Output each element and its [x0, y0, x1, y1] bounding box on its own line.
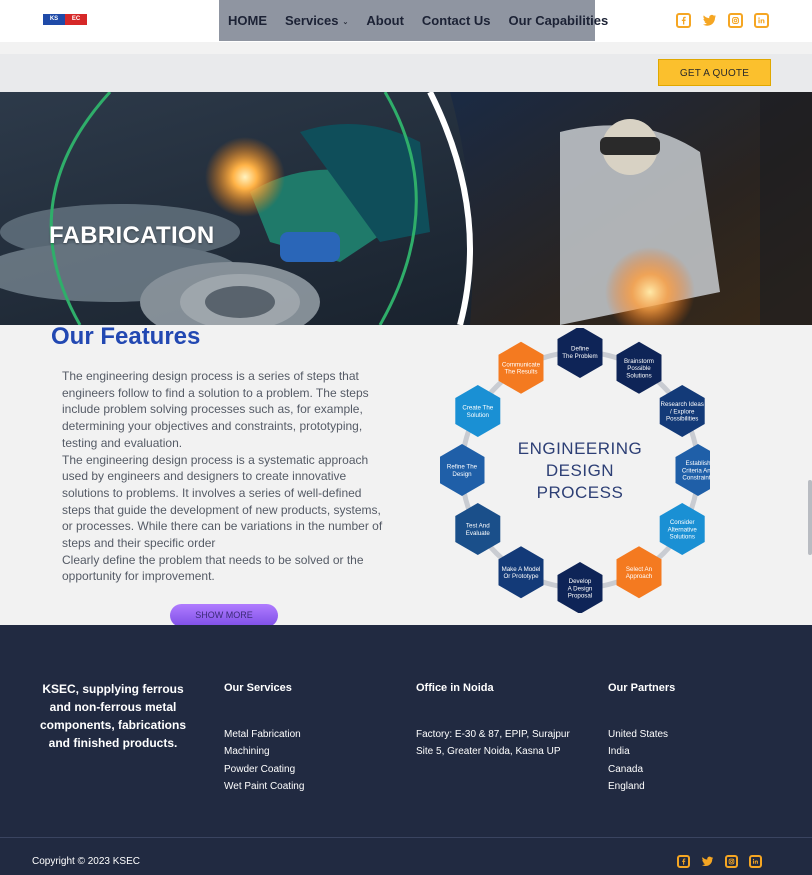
features-description: The engineering design process is a seri…: [62, 368, 387, 585]
process-step-label: Define: [571, 346, 589, 353]
process-step-label: / Explore: [670, 408, 695, 415]
process-step-label: A Design: [568, 585, 593, 592]
process-step-label: The Results: [504, 369, 537, 376]
copyright-text: Copyright © 2023 KSEC: [32, 856, 140, 867]
ksec-logo[interactable]: KS EC: [43, 14, 87, 25]
process-step-label: Research Ideas: [661, 401, 704, 408]
nav-about[interactable]: About: [366, 13, 404, 28]
nav-contact-us[interactable]: Contact Us: [422, 13, 491, 28]
process-step-label: Possibilities: [666, 416, 698, 423]
footer-divider: [0, 837, 812, 838]
logo-left-block: KS: [43, 14, 65, 25]
get-a-quote-button[interactable]: GET A QUOTE: [658, 59, 771, 86]
process-step-label: Possible: [627, 365, 651, 372]
logo-right-block: EC: [65, 14, 87, 25]
diagram-center-title: PROCESS: [537, 483, 624, 502]
features-title: Our Features: [51, 323, 201, 350]
process-step-label: Solution: [467, 412, 490, 419]
process-step-label: Solutions: [626, 372, 651, 379]
process-step-label: Test And: [466, 523, 490, 530]
nav-services[interactable]: Services ⌄: [285, 13, 348, 28]
process-step-label: Develop: [569, 578, 592, 585]
process-step-label: Communicate: [502, 362, 541, 369]
hero-banner: FABRICATION: [0, 92, 812, 325]
diagram-center-title: DESIGN: [546, 461, 614, 480]
process-step-label: Approach: [626, 573, 653, 580]
nav-our-capabilities[interactable]: Our Capabilities: [509, 13, 609, 28]
features-paragraph: Clearly define the problem that needs to…: [62, 552, 364, 584]
process-step-label: Constraints: [682, 475, 710, 482]
footer-services-list: Metal Fabrication Machining Powder Coati…: [224, 726, 304, 795]
footer-tagline: KSEC, supplying ferrous and non-ferrous …: [39, 682, 187, 750]
process-step-label: Make A Model: [502, 566, 541, 573]
engineering-design-process-diagram: ENGINEERING DESIGN PROCESS DefineThe Proble…: [440, 328, 710, 613]
process-step-label: Brainstorm: [624, 358, 654, 365]
twitter-icon[interactable]: [701, 855, 714, 868]
hero-title: FABRICATION: [49, 222, 215, 249]
diagram-center-title: ENGINEERING: [518, 439, 643, 458]
hero-image: [0, 92, 812, 325]
footer-service-link[interactable]: Wet Paint Coating: [224, 778, 304, 795]
features-paragraph: The engineering design process is a seri…: [62, 369, 369, 450]
process-step-label: Or Prototype: [503, 573, 539, 580]
main-nav: HOME Services ⌄ About Contact Us Our Capa…: [219, 0, 608, 41]
process-step-label: Criteria And: [682, 467, 710, 474]
social-links-footer: [677, 855, 762, 868]
footer-office-address: Factory: E-30 & 87, EPIP, Surajpur Site …: [416, 729, 570, 758]
process-step-label: Proposal: [568, 593, 592, 600]
process-step-label: Refine The: [447, 464, 478, 471]
footer-partner-item: Canada: [608, 763, 644, 775]
nav-home[interactable]: HOME: [228, 13, 267, 28]
footer-partner-item: United States: [608, 729, 669, 740]
process-step-label: Solutions: [669, 534, 694, 541]
nav-services-label: Services: [285, 13, 339, 28]
facebook-icon[interactable]: [677, 855, 690, 868]
footer-services-title: Our Services: [224, 682, 292, 694]
process-step-label: Design: [452, 471, 472, 478]
footer-partners-list: United States India Canada England: [608, 726, 668, 795]
process-step-label: Alternative: [668, 526, 698, 533]
instagram-icon[interactable]: [728, 13, 743, 28]
chevron-down-icon: ⌄: [342, 18, 349, 26]
linkedin-icon[interactable]: [749, 855, 762, 868]
twitter-icon[interactable]: [702, 13, 717, 28]
linkedin-icon[interactable]: [754, 13, 769, 28]
page-scrollbar[interactable]: [808, 480, 812, 555]
features-paragraph: The engineering design process is a syst…: [62, 452, 383, 551]
show-more-button[interactable]: SHOW MORE: [170, 604, 278, 627]
footer-service-link[interactable]: Machining: [224, 743, 304, 760]
process-step-label: Select An: [626, 566, 653, 573]
footer-partner-item: England: [608, 780, 645, 792]
footer-service-link[interactable]: Metal Fabrication: [224, 726, 304, 743]
instagram-icon[interactable]: [725, 855, 738, 868]
process-step-label: The Problem: [562, 353, 597, 360]
footer-partner-item: India: [608, 746, 630, 758]
process-step-label: Establish: [685, 460, 710, 467]
facebook-icon[interactable]: [676, 13, 691, 28]
process-step-label: Evaluate: [466, 530, 491, 537]
footer-service-link[interactable]: Powder Coating: [224, 761, 304, 778]
process-step-label: Create The: [462, 405, 493, 412]
process-step-label: Consider: [670, 519, 695, 526]
footer-office-title: Office in Noida: [416, 682, 494, 694]
footer-partners-title: Our Partners: [608, 682, 676, 694]
social-links-header: [676, 13, 769, 28]
